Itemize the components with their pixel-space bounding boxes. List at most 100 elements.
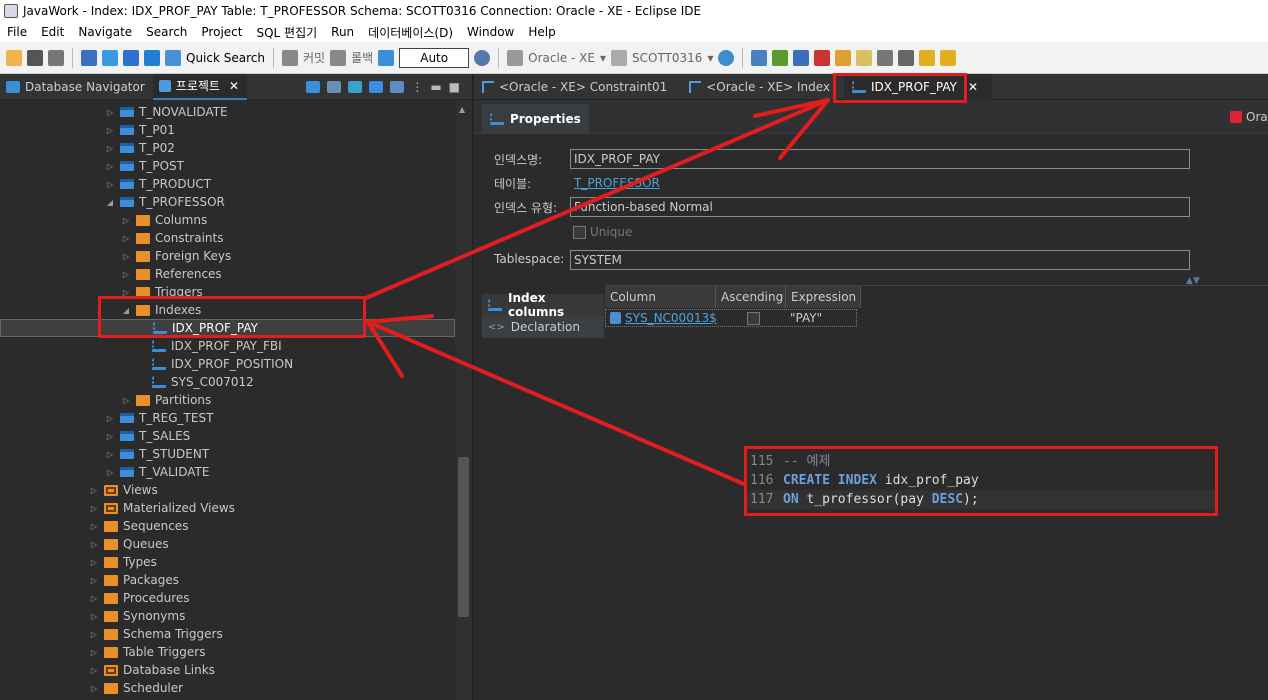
- minimize-icon[interactable]: ▬: [430, 80, 441, 94]
- collapsed-arrow-icon[interactable]: ▷: [104, 108, 116, 117]
- tree-item[interactable]: ◢ T_PROFESSOR: [0, 193, 455, 211]
- collapsed-arrow-icon[interactable]: ▷: [88, 576, 100, 585]
- tree-item[interactable]: ▷ Scheduler: [0, 679, 455, 697]
- collapsed-arrow-icon[interactable]: ▷: [88, 684, 100, 693]
- maximize-icon[interactable]: ■: [449, 80, 460, 94]
- tree-item[interactable]: ▷ Packages: [0, 571, 455, 589]
- menu-item[interactable]: Search: [139, 25, 194, 39]
- tree-item[interactable]: ▷ Foreign Keys: [0, 247, 455, 265]
- debug-icon[interactable]: [772, 49, 789, 66]
- new-connection-icon[interactable]: [306, 80, 321, 93]
- column-name-link[interactable]: SYS_NC00013$: [625, 310, 717, 326]
- collapsed-arrow-icon[interactable]: ▷: [88, 648, 100, 657]
- database-connect-icon[interactable]: [81, 49, 97, 66]
- tree-item[interactable]: ▷ Constraints: [0, 229, 455, 247]
- tab-index-script[interactable]: <Oracle - XE> Index: [681, 74, 844, 100]
- quick-search-button[interactable]: Quick Search: [186, 51, 265, 65]
- collapsed-arrow-icon[interactable]: ▷: [120, 396, 132, 405]
- tree-item[interactable]: ▷ T_P02: [0, 139, 455, 157]
- tree-item[interactable]: ▷ T_REG_TEST: [0, 409, 455, 427]
- tree-item[interactable]: IDX_PROF_POSITION: [0, 355, 455, 373]
- collapsed-arrow-icon[interactable]: ▷: [104, 414, 116, 423]
- tree-item[interactable]: IDX_PROF_PAY_FBI: [0, 337, 455, 355]
- tab-project[interactable]: 프로젝트 ✕: [152, 73, 248, 100]
- tree-item[interactable]: ▷ References: [0, 265, 455, 283]
- tree-item[interactable]: ▷ Database Links: [0, 661, 455, 679]
- collapsed-arrow-icon[interactable]: ▷: [104, 432, 116, 441]
- tree-item[interactable]: ▷ T_VALIDATE: [0, 463, 455, 481]
- ascending-checkbox[interactable]: [746, 311, 760, 325]
- menu-item[interactable]: Navigate: [71, 25, 139, 39]
- collapsed-arrow-icon[interactable]: ▷: [88, 522, 100, 531]
- dashboard-icon[interactable]: [718, 49, 735, 66]
- collapsed-arrow-icon[interactable]: ▷: [88, 486, 100, 495]
- tree-scrollbar[interactable]: ▲: [455, 100, 472, 700]
- index-name-field[interactable]: [570, 149, 1190, 169]
- chevron-down-icon[interactable]: ▾: [600, 51, 606, 65]
- menu-item[interactable]: 데이터베이스(D): [361, 24, 460, 41]
- active-connection-selector[interactable]: Oracle - XE: [528, 51, 595, 65]
- tree-item[interactable]: ▷ Columns: [0, 211, 455, 229]
- save-icon[interactable]: [27, 49, 43, 66]
- quick-search-icon[interactable]: [165, 49, 181, 66]
- tab-database-navigator[interactable]: Database Navigator: [0, 74, 153, 100]
- tree-item[interactable]: ▷ T_SALES: [0, 427, 455, 445]
- tab-constraint01[interactable]: <Oracle - XE> Constraint01: [474, 74, 681, 100]
- tab-declaration[interactable]: <> Declaration: [482, 316, 604, 338]
- pencil-icon[interactable]: [856, 49, 873, 66]
- tree-item[interactable]: ▷ T_P01: [0, 121, 455, 139]
- collapsed-arrow-icon[interactable]: ▷: [88, 540, 100, 549]
- collapsed-arrow-icon[interactable]: ▷: [88, 612, 100, 621]
- chevron-down-icon[interactable]: ▾: [707, 51, 713, 65]
- tree-item[interactable]: ▷ T_NOVALIDATE: [0, 103, 455, 121]
- commit-button[interactable]: 커밋: [303, 49, 325, 66]
- menu-item[interactable]: Run: [324, 25, 361, 39]
- column-header-column[interactable]: Column: [605, 286, 716, 308]
- scroll-up-icon[interactable]: ▲: [459, 105, 465, 114]
- open-folder-icon[interactable]: [835, 49, 852, 66]
- run-icon[interactable]: [814, 49, 831, 66]
- tablespace-field[interactable]: [570, 250, 1190, 270]
- collapsed-arrow-icon[interactable]: ▷: [120, 216, 132, 225]
- transaction-mode-combo[interactable]: Auto: [399, 47, 470, 68]
- menu-item[interactable]: File: [0, 25, 34, 39]
- tree-item[interactable]: ▷ Schema Triggers: [0, 625, 455, 643]
- table-row[interactable]: SYS_NC00013$ "PAY": [605, 309, 857, 327]
- new-file-icon[interactable]: [6, 49, 22, 66]
- rollback-icon[interactable]: [330, 49, 347, 66]
- close-icon[interactable]: ✕: [968, 80, 978, 94]
- tree-item[interactable]: ▷ Views: [0, 481, 455, 499]
- tab-index-columns[interactable]: Index columns: [482, 291, 604, 319]
- console-icon[interactable]: [793, 49, 810, 66]
- unique-checkbox-box[interactable]: [573, 225, 586, 239]
- collapsed-arrow-icon[interactable]: ▷: [88, 666, 100, 675]
- commit-icon[interactable]: [281, 49, 298, 66]
- menu-item[interactable]: Edit: [34, 25, 71, 39]
- tree-item[interactable]: ▷ T_STUDENT: [0, 445, 455, 463]
- menu-item[interactable]: Help: [521, 25, 562, 39]
- collapsed-arrow-icon[interactable]: ▷: [120, 234, 132, 243]
- collapsed-arrow-icon[interactable]: ▷: [88, 594, 100, 603]
- expanded-arrow-icon[interactable]: ◢: [104, 198, 116, 207]
- collapsed-arrow-icon[interactable]: ▷: [104, 126, 116, 135]
- collapsed-arrow-icon[interactable]: ▷: [104, 450, 116, 459]
- tree-item[interactable]: ▷ Sequences: [0, 517, 455, 535]
- refresh-icon[interactable]: [390, 80, 405, 93]
- print-icon[interactable]: [751, 49, 768, 66]
- collapsed-arrow-icon[interactable]: ▷: [120, 252, 132, 261]
- collapsed-arrow-icon[interactable]: ▷: [104, 162, 116, 171]
- collapsed-arrow-icon[interactable]: ▷: [88, 630, 100, 639]
- tree-item[interactable]: ▷ Table Triggers: [0, 643, 455, 661]
- navigate-icon[interactable]: [898, 49, 915, 66]
- configure-icon[interactable]: [369, 80, 384, 93]
- column-header-expression[interactable]: Expression: [786, 286, 861, 308]
- collapsed-arrow-icon[interactable]: ▷: [104, 144, 116, 153]
- close-icon[interactable]: ✕: [229, 79, 239, 93]
- collapsed-arrow-icon[interactable]: ▷: [104, 468, 116, 477]
- save-all-icon[interactable]: [48, 49, 64, 66]
- tree-item[interactable]: ▷ Partitions: [0, 391, 455, 409]
- tree-item[interactable]: ▷ Synonyms: [0, 607, 455, 625]
- database-disconnect-icon[interactable]: [102, 49, 118, 66]
- history-icon[interactable]: [474, 49, 491, 66]
- collapsed-arrow-icon[interactable]: ▷: [120, 270, 132, 279]
